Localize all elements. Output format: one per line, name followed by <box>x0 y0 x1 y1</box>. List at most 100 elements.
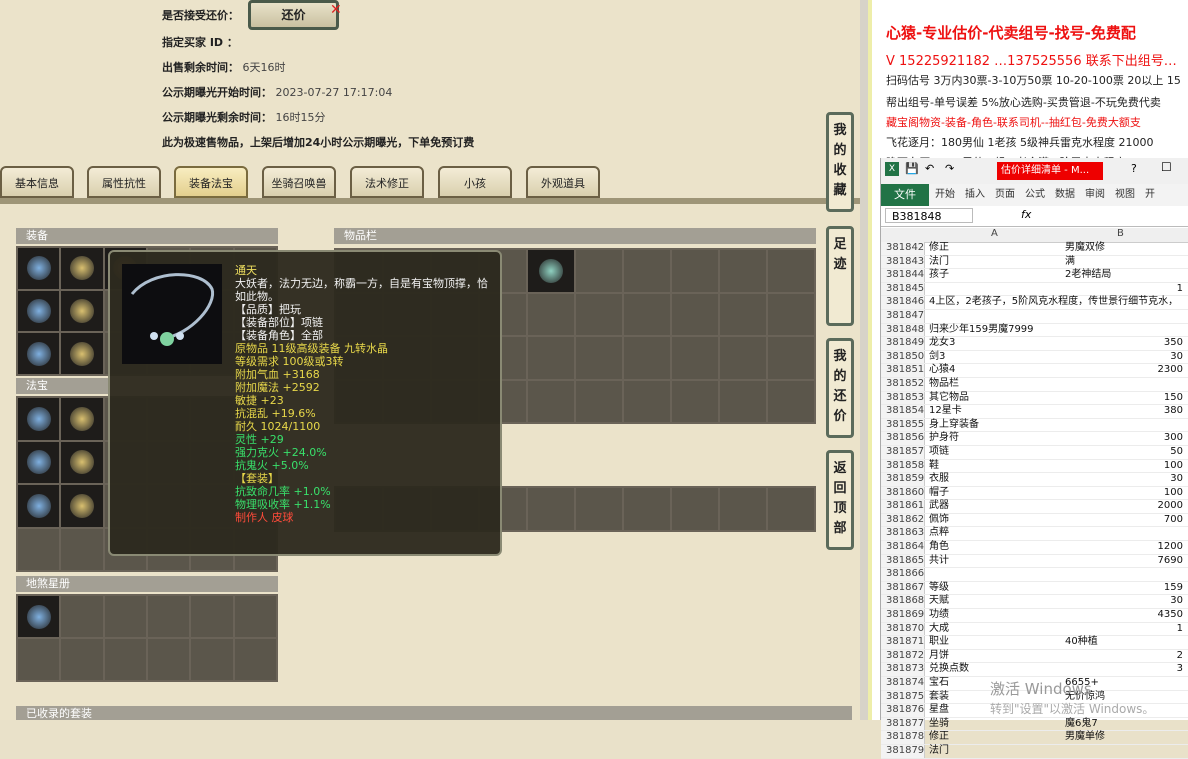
my-favorites-button[interactable]: 我的收藏 <box>826 112 854 212</box>
inventory-slot[interactable] <box>672 380 718 422</box>
sheet-row[interactable]: 381856 护身符 300 <box>881 432 1188 446</box>
sheet-row[interactable]: 381866 <box>881 568 1188 582</box>
cell-b[interactable]: 159 <box>1065 582 1183 595</box>
cell-a[interactable]: 月饼 <box>929 650 1061 663</box>
ribbon-tab-5[interactable]: 审阅 <box>1085 184 1105 206</box>
sheet-row[interactable]: 381857 项链 50 <box>881 445 1188 460</box>
sheet-row[interactable]: 381860 帽子 100 <box>881 486 1188 501</box>
cell-b[interactable]: 150 <box>1065 392 1183 405</box>
sheet-row[interactable]: 381862 佩饰 700 <box>881 513 1188 528</box>
row-number[interactable]: 381879 <box>881 744 925 758</box>
cell-a[interactable]: 护身符 <box>929 432 1061 445</box>
tab-0[interactable]: 基本信息 <box>0 166 74 198</box>
cell-a[interactable]: 点粹 <box>929 527 1061 540</box>
inventory-slot[interactable] <box>528 337 574 379</box>
magic-item-icon[interactable] <box>18 441 60 483</box>
save-icon[interactable]: 💾 <box>905 162 919 175</box>
sheet-row[interactable]: 381851 心猿4 2300 <box>881 364 1188 378</box>
inventory-slot[interactable] <box>624 380 670 422</box>
row-number[interactable]: 381854 <box>881 405 925 418</box>
star-slot[interactable] <box>18 639 60 680</box>
magic-slot[interactable] <box>61 528 103 570</box>
cell-a[interactable]: 修正 <box>929 242 1061 255</box>
equipment-item-icon[interactable] <box>18 248 60 289</box>
star-slot[interactable] <box>61 596 103 637</box>
cell-b[interactable]: 2000 <box>1065 500 1183 513</box>
inventory-slot[interactable] <box>768 337 814 379</box>
row-number[interactable]: 381870 <box>881 622 925 636</box>
magic-item-icon[interactable] <box>18 485 60 527</box>
back-to-top-button[interactable]: 返回顶部 <box>826 450 854 550</box>
cell-a[interactable]: 兑换点数 <box>929 663 1061 676</box>
sheet-row[interactable]: 381869 功绩 4350 <box>881 609 1188 623</box>
inventory-slot[interactable] <box>576 337 622 379</box>
inventory-slot[interactable] <box>576 488 622 530</box>
star-slot[interactable] <box>191 596 233 637</box>
cell-a[interactable]: 其它物品 <box>929 392 1061 405</box>
cell-b[interactable]: 男魔双修 <box>1065 242 1183 255</box>
restore-icon[interactable]: ☐ <box>1161 160 1172 174</box>
cell-a[interactable]: 大成 <box>929 623 1061 636</box>
cell-a[interactable]: 法门 <box>929 256 1061 269</box>
tab-4[interactable]: 法术修正 <box>350 166 424 198</box>
sheet-row[interactable]: 381864 角色 1200 <box>881 541 1188 555</box>
inventory-slot[interactable] <box>768 380 814 422</box>
tab-2[interactable]: 装备法宝 <box>174 166 248 198</box>
row-number[interactable]: 381864 <box>881 541 925 554</box>
star-slot[interactable] <box>61 639 103 680</box>
inventory-slot[interactable] <box>720 488 766 530</box>
sheet-row[interactable]: 381863 点粹 <box>881 527 1188 542</box>
row-number[interactable]: 381845 <box>881 282 925 296</box>
inventory-slot[interactable] <box>624 337 670 379</box>
inventory-slot[interactable] <box>576 380 622 422</box>
cell-b[interactable]: 2300 <box>1065 364 1183 377</box>
star-slot[interactable] <box>104 596 146 637</box>
row-number[interactable]: 381860 <box>881 486 925 500</box>
haggle-button[interactable]: 还价 <box>248 0 339 30</box>
cell-a[interactable]: 剑3 <box>929 351 1061 364</box>
cell-a[interactable]: 身上穿装备 <box>929 419 1061 432</box>
ribbon-tab-1[interactable]: 插入 <box>965 184 985 206</box>
cell-a[interactable]: 心猿4 <box>929 364 1061 377</box>
equipment-item-icon[interactable] <box>61 333 103 374</box>
inventory-slot[interactable] <box>672 337 718 379</box>
cell-b[interactable]: 1200 <box>1065 541 1183 554</box>
row-number[interactable]: 381861 <box>881 500 925 513</box>
my-haggles-button[interactable]: 我的还价 <box>826 338 854 438</box>
row-number[interactable]: 381848 <box>881 323 925 337</box>
cell-a[interactable]: 物品栏 <box>929 378 1061 391</box>
tab-1[interactable]: 属性抗性 <box>87 166 161 198</box>
inventory-slot[interactable] <box>624 488 670 530</box>
inventory-slot[interactable] <box>672 293 718 335</box>
cell-b[interactable]: 40种植 <box>1065 636 1183 649</box>
row-number[interactable]: 381867 <box>881 581 925 595</box>
magic-item-icon[interactable] <box>61 398 103 440</box>
cell-a[interactable]: 法门 <box>929 745 1061 758</box>
row-number[interactable]: 381847 <box>881 309 925 323</box>
cell-b[interactable]: 350 <box>1065 337 1183 350</box>
sheet-row[interactable]: 381845 1 <box>881 282 1188 297</box>
row-number[interactable]: 381858 <box>881 459 925 473</box>
row-number[interactable]: 381866 <box>881 568 925 581</box>
sheet-row[interactable]: 381850 剑3 30 <box>881 350 1188 365</box>
cell-a[interactable]: 共计 <box>929 555 1061 568</box>
row-number[interactable]: 381853 <box>881 391 925 405</box>
row-number[interactable]: 381844 <box>881 269 925 282</box>
row-number[interactable]: 381869 <box>881 609 925 622</box>
cell-b[interactable]: 7690 <box>1065 555 1183 568</box>
file-tab[interactable]: 文件 <box>881 184 929 206</box>
row-number[interactable]: 381849 <box>881 337 925 350</box>
cell-b[interactable]: 30 <box>1065 473 1183 486</box>
row-number[interactable]: 381846 <box>881 296 925 309</box>
inventory-slot[interactable] <box>624 250 670 292</box>
inventory-slot[interactable] <box>768 250 814 292</box>
cell-b[interactable]: 1 <box>1065 283 1183 296</box>
sheet-row[interactable]: 381852 物品栏 <box>881 377 1188 392</box>
cell-b[interactable]: 30 <box>1065 595 1183 608</box>
equipment-item-icon[interactable] <box>18 333 60 374</box>
sheet-row[interactable]: 381843 法门满 <box>881 255 1188 270</box>
inventory-slot[interactable] <box>768 488 814 530</box>
magic-item-icon[interactable] <box>61 441 103 483</box>
cell-b[interactable]: 100 <box>1065 487 1183 500</box>
magic-item-icon[interactable] <box>61 485 103 527</box>
